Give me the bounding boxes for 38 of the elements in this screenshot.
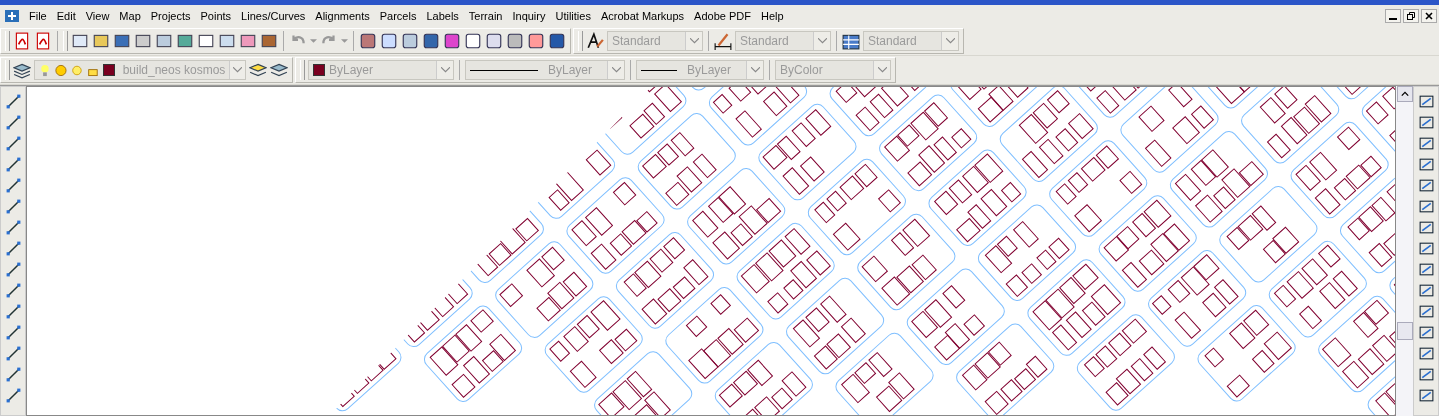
restore-icon: [1405, 11, 1417, 21]
menu-item[interactable]: Alignments: [310, 10, 375, 22]
make-layer-current-icon[interactable]: [249, 61, 267, 79]
minimize-button[interactable]: [1385, 9, 1401, 23]
minimize-icon: [1389, 18, 1397, 20]
vertical-scrollbar[interactable]: [1396, 86, 1413, 416]
menu-item[interactable]: Parcels: [374, 10, 422, 22]
text-style-icon[interactable]: [586, 32, 604, 50]
menu-item[interactable]: Map: [114, 10, 146, 22]
menu-item[interactable]: Adobe PDF: [689, 10, 756, 22]
menu-item[interactable]: Acrobat Markups: [595, 10, 690, 22]
menu-item[interactable]: Terrain: [463, 10, 508, 22]
pdf-icon[interactable]: [13, 32, 31, 50]
menu-item[interactable]: Points: [195, 10, 237, 22]
layer-previous-icon[interactable]: [270, 61, 288, 79]
menu-item[interactable]: Projects: [145, 10, 196, 22]
table-style-icon[interactable]: [842, 32, 860, 50]
pdf-settings-icon[interactable]: [34, 32, 52, 50]
color-swatch-icon: [313, 64, 325, 76]
menu-item[interactable]: File: [24, 10, 52, 22]
dimension-style-icon[interactable]: [714, 32, 732, 50]
menu-item[interactable]: Inquiry: [507, 10, 551, 22]
menu-item[interactable]: Lines/Curves: [236, 10, 311, 22]
menu-item[interactable]: Labels: [421, 10, 464, 22]
menu-item[interactable]: Utilities: [550, 10, 596, 22]
menu-item[interactable]: Edit: [51, 10, 81, 22]
lightbulb-icon[interactable]: [39, 63, 51, 77]
color-swatch-icon: [102, 64, 115, 76]
restore-button[interactable]: [1403, 9, 1419, 23]
close-button[interactable]: [1421, 9, 1437, 23]
scroll-up-button[interactable]: [1396, 86, 1413, 102]
line-icon[interactable]: [4, 93, 22, 110]
layers-icon[interactable]: [13, 61, 31, 79]
close-icon: [1423, 11, 1435, 21]
scroll-thumb[interactable]: [1396, 322, 1413, 340]
app-logo-icon[interactable]: [4, 8, 20, 24]
menu-item[interactable]: Help: [755, 10, 789, 22]
menu-item[interactable]: View: [80, 10, 115, 22]
